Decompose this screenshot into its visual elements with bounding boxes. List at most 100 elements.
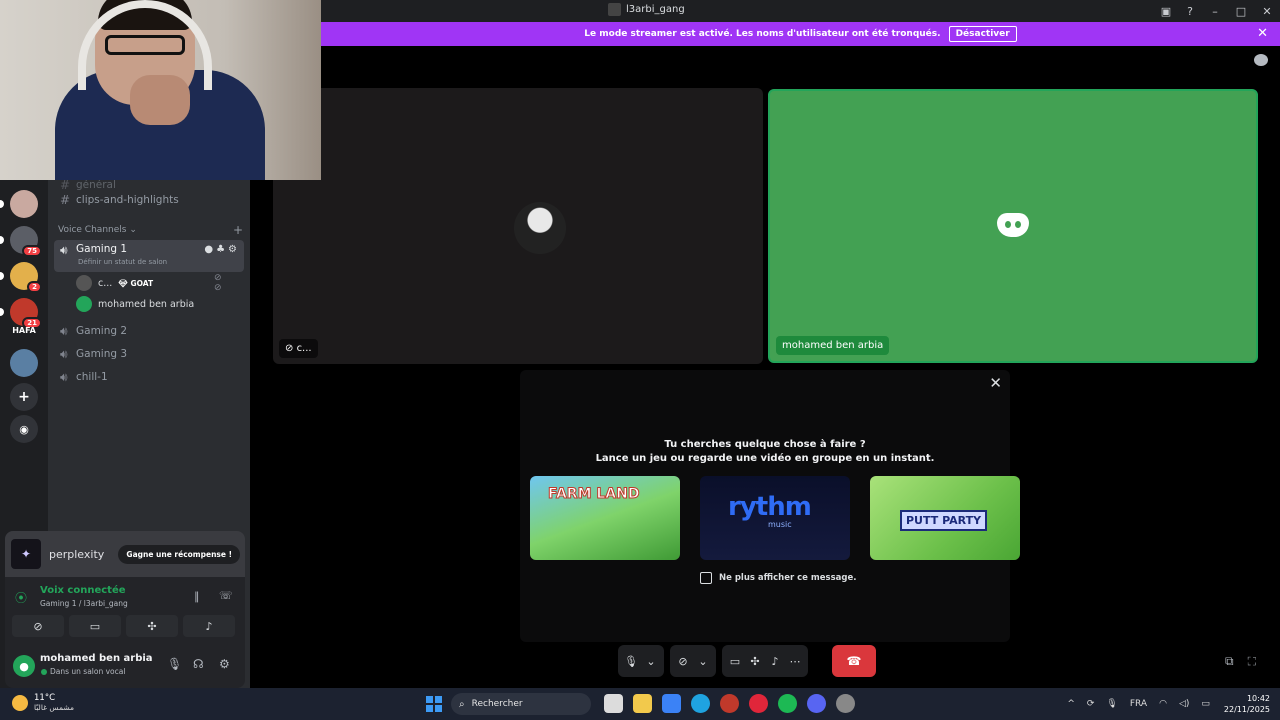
streamer-mode-banner: Le mode streamer est activé. Les noms d'… bbox=[321, 22, 1280, 46]
server-icon[interactable] bbox=[10, 349, 38, 377]
app-icon[interactable] bbox=[720, 694, 739, 713]
signal-icon[interactable]: ⦿ bbox=[15, 589, 27, 606]
activity-card-rythm[interactable]: rythm music bbox=[700, 476, 850, 560]
taskbar-search[interactable]: ⌕ Rechercher bbox=[451, 693, 591, 715]
unread-badge: 75 bbox=[22, 245, 42, 257]
call-stage: ⊘ c... mohamed ben arbia ✕ Tu cherches q… bbox=[250, 46, 1280, 688]
disconnect-button[interactable]: ☎︎ bbox=[832, 645, 876, 677]
discord-logo-icon bbox=[997, 213, 1029, 237]
participant-label: ⊘ c... bbox=[279, 339, 318, 358]
popout-fullscreen-icons[interactable]: ⧉⛶ bbox=[1225, 654, 1270, 669]
server-icon-hafa[interactable]: HAFA bbox=[10, 316, 38, 344]
promo-banner[interactable]: ✦ perplexity Gagne une récompense ! bbox=[5, 531, 245, 577]
channel-status[interactable]: Définir un statut de salon bbox=[78, 258, 167, 266]
speaker-icon: 🔊︎ bbox=[60, 369, 68, 384]
clock[interactable]: 10:42 22/11/2025 bbox=[1224, 693, 1270, 715]
avatar bbox=[76, 275, 92, 291]
soundboard-icon[interactable]: ♪ bbox=[768, 655, 782, 668]
disconnect-icon[interactable]: ☏ bbox=[219, 589, 233, 602]
task-view-icon[interactable] bbox=[604, 694, 623, 713]
wifi-icon[interactable]: ◠ bbox=[1159, 699, 1167, 709]
screenshare-icon[interactable]: ▭ bbox=[728, 655, 742, 668]
edge-icon[interactable] bbox=[691, 694, 710, 713]
settings-icon[interactable]: ⚙ bbox=[219, 657, 230, 671]
server-pill bbox=[0, 308, 4, 316]
discord-icon[interactable] bbox=[807, 694, 826, 713]
close-icon[interactable]: ✕ bbox=[989, 374, 1002, 392]
headphones-icon[interactable]: ☊ bbox=[193, 657, 204, 671]
more-icon[interactable]: ⋯ bbox=[788, 655, 802, 668]
disable-streamer-button[interactable]: Désactiver bbox=[948, 26, 1017, 42]
chevron-down-icon[interactable]: ⌄ bbox=[644, 655, 658, 668]
search-icon: ⌕ bbox=[459, 698, 465, 710]
window-controls: ▣ ? – □ ✕ bbox=[1154, 0, 1280, 22]
chevron-down-icon[interactable]: ⌄ bbox=[696, 655, 710, 668]
maximize-button[interactable]: □ bbox=[1228, 5, 1254, 18]
channel-chill-1[interactable]: 🔊︎ chill-1 bbox=[54, 366, 244, 388]
screenshare-button[interactable]: ▭ bbox=[69, 615, 121, 637]
checkbox[interactable] bbox=[700, 572, 712, 584]
microphone-icon[interactable]: 🎙︎ bbox=[624, 655, 638, 668]
opera-icon[interactable] bbox=[749, 694, 768, 713]
taskbar-apps bbox=[604, 694, 855, 713]
battery-icon[interactable]: ▭ bbox=[1201, 699, 1210, 709]
voice-member[interactable]: mohamed ben arbia bbox=[76, 294, 194, 314]
volume-icon[interactable]: ◁) bbox=[1179, 699, 1189, 709]
spotify-icon[interactable] bbox=[778, 694, 797, 713]
camera-control[interactable]: ⊘ ⌄ bbox=[670, 645, 716, 677]
weather-widget[interactable]: 11°C مشمس غالبًا bbox=[12, 693, 74, 712]
category-voice[interactable]: Voice Channels ⌄ + bbox=[58, 223, 243, 237]
voice-member[interactable]: c... 💎︎ GOAT ⊘ ⊘ bbox=[76, 273, 222, 293]
participant-avatar bbox=[514, 202, 566, 254]
server-icon[interactable] bbox=[10, 190, 38, 218]
avatar[interactable]: ● bbox=[13, 655, 35, 677]
hash-icon: # bbox=[60, 193, 71, 207]
claim-reward-button[interactable]: Gagne une récompense ! bbox=[118, 544, 240, 564]
add-channel-icon[interactable]: + bbox=[233, 223, 243, 237]
explore-icon[interactable]: ◉ bbox=[10, 415, 38, 443]
noise-suppression-icon[interactable]: ∥ bbox=[194, 590, 200, 603]
perplexity-logo: ✦ bbox=[11, 539, 41, 569]
video-tile[interactable]: ⊘ c... bbox=[273, 88, 763, 364]
close-icon[interactable]: ✕ bbox=[1257, 26, 1268, 41]
language-indicator[interactable]: FRA bbox=[1130, 699, 1147, 709]
participant-label: mohamed ben arbia bbox=[776, 336, 890, 355]
video-tile-speaking[interactable]: mohamed ben arbia bbox=[768, 89, 1258, 363]
activity-popup: ✕ Tu cherches quelque chose à faire ? La… bbox=[520, 370, 1020, 642]
store-icon[interactable] bbox=[662, 694, 681, 713]
channel-gaming-3[interactable]: 🔊︎ Gaming 3 bbox=[54, 343, 244, 365]
inbox-icon[interactable]: ▣ bbox=[1154, 5, 1178, 18]
channel-clips[interactable]: # clips-and-highlights bbox=[54, 189, 244, 211]
close-window-button[interactable]: ✕ bbox=[1254, 5, 1280, 18]
sync-icon[interactable]: ⟳ bbox=[1087, 699, 1095, 709]
camera-off-icon[interactable]: ⊘ bbox=[676, 655, 690, 668]
muted-icons: ⊘ ⊘ bbox=[214, 273, 222, 293]
chat-icon[interactable] bbox=[1254, 54, 1268, 66]
server-icon bbox=[608, 3, 621, 16]
activity-card-puttparty[interactable]: PUTT PARTY bbox=[870, 476, 1020, 560]
chevron-up-icon[interactable]: ^ bbox=[1067, 699, 1075, 709]
minimize-button[interactable]: – bbox=[1202, 5, 1228, 18]
help-icon[interactable]: ? bbox=[1178, 5, 1202, 18]
start-button[interactable] bbox=[426, 696, 442, 712]
activity-card-farmland[interactable]: FARM LAND bbox=[530, 476, 680, 560]
channel-actions[interactable]: ●♣⚙ bbox=[204, 244, 240, 255]
channel-gaming-1[interactable]: 🔊︎ Gaming 1 Définir un statut de salon ●… bbox=[54, 240, 244, 272]
microphone-icon[interactable]: 🎙︎ bbox=[1106, 699, 1117, 709]
call-controls: 🎙︎ ⌄ ⊘ ⌄ ▭ ✣ ♪ ⋯ ☎︎ bbox=[618, 644, 876, 678]
app-icon[interactable] bbox=[836, 694, 855, 713]
microphone-icon[interactable]: 🎙︎ bbox=[167, 657, 182, 671]
activity-cards: FARM LAND rythm music PUTT PARTY bbox=[530, 476, 1020, 560]
member-badge: 💎︎ GOAT bbox=[118, 278, 154, 288]
add-server-icon[interactable]: + bbox=[10, 383, 38, 411]
activities-button[interactable]: ✣ bbox=[126, 615, 178, 637]
dont-show-checkbox[interactable]: Ne plus afficher ce message. bbox=[700, 572, 856, 584]
server-icon[interactable]: 2 bbox=[10, 262, 42, 293]
activities-icon[interactable]: ✣ bbox=[748, 655, 762, 668]
file-explorer-icon[interactable] bbox=[633, 694, 652, 713]
server-icon[interactable]: 75 bbox=[10, 226, 42, 257]
soundboard-button[interactable]: ♪ bbox=[183, 615, 235, 637]
channel-gaming-2[interactable]: 🔊︎ Gaming 2 bbox=[54, 320, 244, 342]
camera-off-button[interactable]: ⊘ bbox=[12, 615, 64, 637]
mic-control[interactable]: 🎙︎ ⌄ bbox=[618, 645, 664, 677]
